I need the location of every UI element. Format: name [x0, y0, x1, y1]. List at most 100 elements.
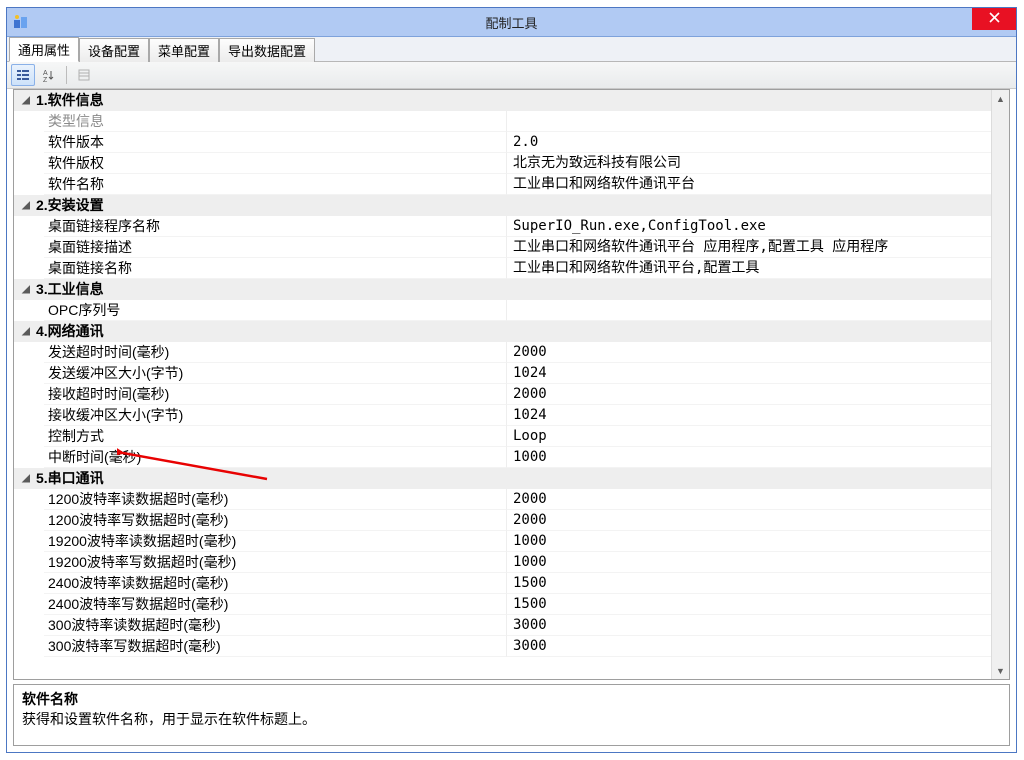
tab-export[interactable]: 导出数据配置: [219, 38, 315, 62]
property-value[interactable]: 工业串口和网络软件通讯平台,配置工具: [507, 258, 992, 279]
property-row[interactable]: 桌面链接程序名称SuperIO_Run.exe,ConfigTool.exe: [14, 216, 992, 237]
alphabetical-view-button[interactable]: A Z: [37, 64, 61, 86]
property-label: 2400波特率读数据超时(毫秒): [44, 573, 507, 594]
property-label: 1200波特率读数据超时(毫秒): [44, 489, 507, 510]
category-header[interactable]: ◢3.工业信息: [14, 279, 992, 300]
property-value[interactable]: 1024: [507, 363, 992, 384]
collapse-icon[interactable]: ◢: [14, 321, 32, 342]
category-label: 4.网络通讯: [32, 321, 506, 342]
property-value[interactable]: 1000: [507, 447, 992, 468]
property-grid-body[interactable]: ◢1.软件信息类型信息软件版本2.0软件版权北京无为致远科技有限公司软件名称工业…: [14, 90, 992, 679]
property-row[interactable]: 19200波特率读数据超时(毫秒)1000: [14, 531, 992, 552]
property-value[interactable]: 1500: [507, 594, 992, 615]
scroll-up-icon[interactable]: ▲: [992, 90, 1009, 107]
property-value[interactable]: 1000: [507, 531, 992, 552]
property-label: 软件版权: [44, 153, 507, 174]
property-label: 软件版本: [44, 132, 507, 153]
property-row[interactable]: 1200波特率写数据超时(毫秒)2000: [14, 510, 992, 531]
collapse-icon[interactable]: ◢: [14, 468, 32, 489]
tab-export-label: 导出数据配置: [228, 44, 306, 59]
collapse-icon[interactable]: ◢: [14, 279, 32, 300]
collapse-icon[interactable]: ◢: [14, 90, 32, 111]
property-label: 桌面链接描述: [44, 237, 507, 258]
property-row[interactable]: 2400波特率写数据超时(毫秒)1500: [14, 594, 992, 615]
category-header[interactable]: ◢5.串口通讯: [14, 468, 992, 489]
scroll-down-icon[interactable]: ▼: [992, 662, 1009, 679]
property-value[interactable]: 2000: [507, 342, 992, 363]
property-row[interactable]: 软件名称工业串口和网络软件通讯平台: [14, 174, 992, 195]
property-row[interactable]: 1200波特率读数据超时(毫秒)2000: [14, 489, 992, 510]
property-row[interactable]: 接收缓冲区大小(字节)1024: [14, 405, 992, 426]
property-row[interactable]: 300波特率写数据超时(毫秒)3000: [14, 636, 992, 657]
category-label: 5.串口通讯: [32, 468, 506, 489]
category-header[interactable]: ◢4.网络通讯: [14, 321, 992, 342]
property-row[interactable]: 类型信息: [14, 111, 992, 132]
property-label: 控制方式: [44, 426, 507, 447]
help-title: 软件名称: [22, 689, 1001, 709]
property-row[interactable]: 300波特率读数据超时(毫秒)3000: [14, 615, 992, 636]
property-label: 发送缓冲区大小(字节): [44, 363, 507, 384]
vertical-scrollbar[interactable]: ▲ ▼: [991, 90, 1009, 679]
property-label: 桌面链接名称: [44, 258, 507, 279]
property-label: 19200波特率读数据超时(毫秒): [44, 531, 507, 552]
property-value[interactable]: SuperIO_Run.exe,ConfigTool.exe: [507, 216, 992, 237]
close-button[interactable]: [972, 8, 1016, 30]
toolbar-separator: [66, 66, 67, 84]
property-row[interactable]: 发送超时时间(毫秒)2000: [14, 342, 992, 363]
svg-text:Z: Z: [43, 77, 48, 82]
property-value[interactable]: 3000: [507, 636, 992, 657]
property-row[interactable]: 软件版本2.0: [14, 132, 992, 153]
property-row[interactable]: 中断时间(毫秒)1000: [14, 447, 992, 468]
property-row[interactable]: 控制方式Loop: [14, 426, 992, 447]
help-pane: 软件名称 获得和设置软件名称，用于显示在软件标题上。: [13, 684, 1010, 746]
property-value[interactable]: 3000: [507, 615, 992, 636]
property-row[interactable]: 软件版权北京无为致远科技有限公司: [14, 153, 992, 174]
property-pages-button[interactable]: [72, 64, 96, 86]
property-value[interactable]: 工业串口和网络软件通讯平台 应用程序,配置工具 应用程序: [507, 237, 992, 258]
property-row[interactable]: 2400波特率读数据超时(毫秒)1500: [14, 573, 992, 594]
property-row[interactable]: 发送缓冲区大小(字节)1024: [14, 363, 992, 384]
property-value[interactable]: 1000: [507, 552, 992, 573]
property-value[interactable]: 1500: [507, 573, 992, 594]
category-header[interactable]: ◢2.安装设置: [14, 195, 992, 216]
property-label: 发送超时时间(毫秒): [44, 342, 507, 363]
property-label: 19200波特率写数据超时(毫秒): [44, 552, 507, 573]
property-value[interactable]: 工业串口和网络软件通讯平台: [507, 174, 992, 195]
property-value[interactable]: [507, 300, 992, 321]
tab-device[interactable]: 设备配置: [79, 38, 149, 62]
property-row[interactable]: 接收超时时间(毫秒)2000: [14, 384, 992, 405]
tab-menu[interactable]: 菜单配置: [149, 38, 219, 62]
tab-general[interactable]: 通用属性: [9, 37, 79, 62]
property-label: 300波特率写数据超时(毫秒): [44, 636, 507, 657]
property-value[interactable]: Loop: [507, 426, 992, 447]
property-value[interactable]: 2000: [507, 384, 992, 405]
property-value[interactable]: 1024: [507, 405, 992, 426]
property-label: OPC序列号: [44, 300, 507, 321]
help-description: 获得和设置软件名称，用于显示在软件标题上。: [22, 709, 1001, 729]
property-value[interactable]: 2000: [507, 510, 992, 531]
app-window: 配制工具 通用属性 设备配置 菜单配置 导出数据配置 A Z: [6, 7, 1017, 753]
title-bar[interactable]: 配制工具: [7, 8, 1016, 37]
category-header[interactable]: ◢1.软件信息: [14, 90, 992, 111]
property-label: 软件名称: [44, 174, 507, 195]
property-value[interactable]: 2000: [507, 489, 992, 510]
property-value[interactable]: 北京无为致远科技有限公司: [507, 153, 992, 174]
collapse-icon[interactable]: ◢: [14, 195, 32, 216]
property-label: 接收缓冲区大小(字节): [44, 405, 507, 426]
tab-device-label: 设备配置: [88, 44, 140, 59]
property-label: 接收超时时间(毫秒): [44, 384, 507, 405]
property-label: 1200波特率写数据超时(毫秒): [44, 510, 507, 531]
tab-menu-label: 菜单配置: [158, 44, 210, 59]
property-row[interactable]: 19200波特率写数据超时(毫秒)1000: [14, 552, 992, 573]
property-row[interactable]: 桌面链接描述工业串口和网络软件通讯平台 应用程序,配置工具 应用程序: [14, 237, 992, 258]
app-icon: [13, 14, 29, 30]
property-row[interactable]: 桌面链接名称工业串口和网络软件通讯平台,配置工具: [14, 258, 992, 279]
tab-bar: 通用属性 设备配置 菜单配置 导出数据配置: [7, 37, 1016, 62]
property-value[interactable]: 2.0: [507, 132, 992, 153]
svg-text:A: A: [43, 70, 48, 77]
property-label: 2400波特率写数据超时(毫秒): [44, 594, 507, 615]
category-label: 3.工业信息: [32, 279, 506, 300]
property-value[interactable]: [507, 111, 992, 132]
property-row[interactable]: OPC序列号: [14, 300, 992, 321]
categorized-view-button[interactable]: [11, 64, 35, 86]
